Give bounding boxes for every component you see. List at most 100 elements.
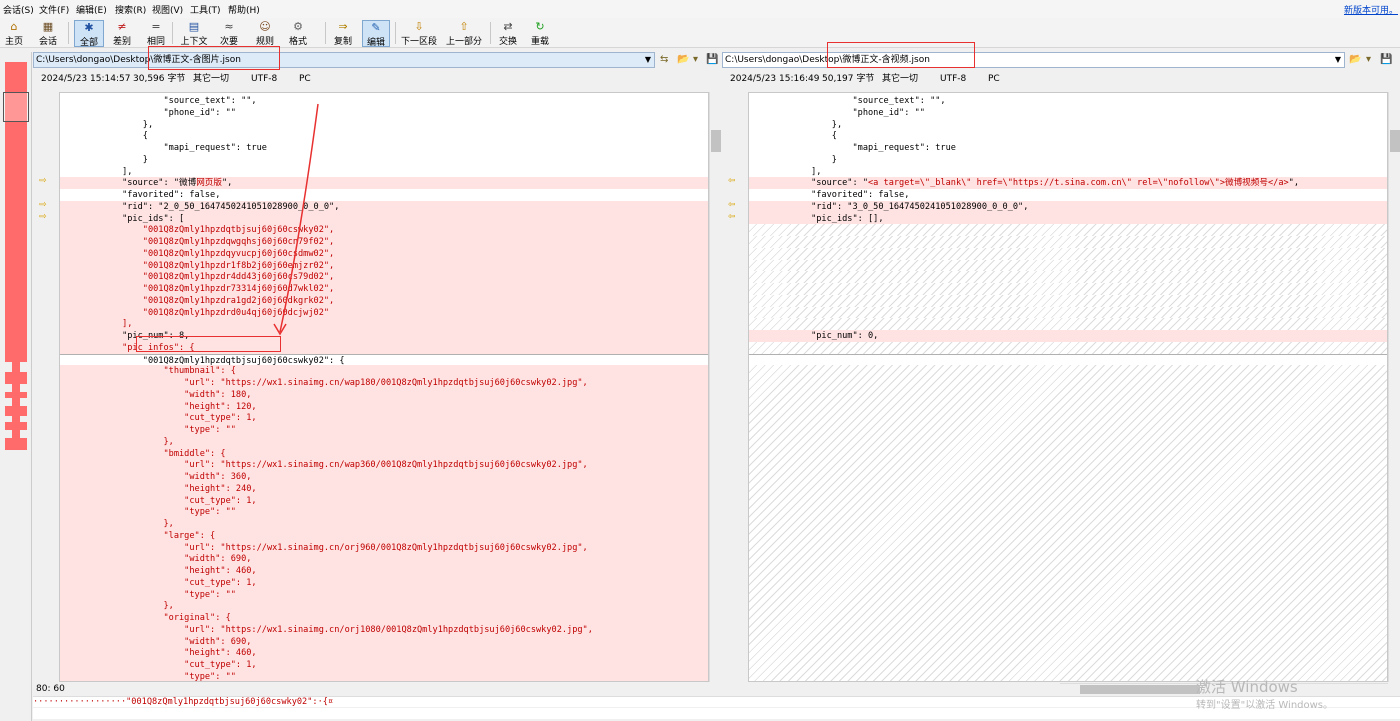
- code-line[interactable]: },: [60, 600, 708, 613]
- code-line[interactable]: "thumbnail": {: [60, 365, 708, 378]
- chevron-down-icon[interactable]: ▼: [645, 53, 651, 67]
- code-line[interactable]: "pic_num": 8,: [60, 330, 708, 342]
- code-line[interactable]: "cut_type": 1,: [60, 659, 708, 671]
- toolbar-button-home[interactable]: ⌂ 主页: [3, 20, 25, 47]
- code-line[interactable]: "mapi_request": true: [749, 142, 1387, 154]
- code-line[interactable]: "width": 180,: [60, 388, 708, 401]
- menu-item[interactable]: 帮助(H): [228, 3, 260, 16]
- code-line[interactable]: },: [60, 119, 708, 131]
- code-line[interactable]: "001Q8zQmly1hpzdqyvucpj60j60csdmw02",: [60, 247, 708, 260]
- toolbar-button-diff[interactable]: ≠ 差别: [108, 20, 136, 47]
- code-line[interactable]: "bmiddle": {: [60, 447, 708, 460]
- right-save-icon[interactable]: 💾: [1380, 54, 1392, 65]
- right-path-field[interactable]: C:\Users\dongao\Desktop\微博正文-含视频.json ▼: [722, 52, 1345, 68]
- toolbar-button-format[interactable]: ⚙ 格式: [285, 20, 311, 47]
- code-line[interactable]: "phone_id": "": [749, 107, 1387, 119]
- code-line[interactable]: "url": "https://wx1.sinaimg.cn/wap360/00…: [60, 459, 708, 472]
- code-line[interactable]: },: [749, 119, 1387, 131]
- toolbar-button-all[interactable]: ✱ 全部: [74, 20, 104, 48]
- right-horizontal-scroll-thumb[interactable]: [1080, 685, 1200, 694]
- left-vertical-scrollbar[interactable]: [709, 92, 721, 682]
- diff-marker-arrow-icon[interactable]: ⇨: [39, 200, 47, 210]
- left-code-pane[interactable]: "source_text": "", "phone_id": "" }, { "…: [59, 92, 709, 682]
- code-line[interactable]: }: [60, 154, 708, 166]
- code-line[interactable]: "source_text": "",: [749, 95, 1387, 107]
- toolbar-button-context[interactable]: ▤ 上下文: [178, 20, 210, 47]
- right-code-pane[interactable]: "source_text": "", "phone_id": "" }, { "…: [748, 92, 1388, 682]
- right-vertical-scrollbar[interactable]: [1388, 92, 1400, 682]
- menu-item[interactable]: 搜索(R): [115, 3, 146, 16]
- right-lineend[interactable]: PC: [988, 72, 1000, 86]
- toolbar-button-edit[interactable]: ✎ 编辑: [362, 20, 390, 48]
- right-other[interactable]: 其它一切: [882, 72, 918, 86]
- code-line[interactable]: },: [60, 518, 708, 530]
- toolbar-button-rules[interactable]: ☺ 规则: [252, 20, 278, 47]
- code-line[interactable]: "pic_num": 0,: [749, 330, 1387, 342]
- code-line[interactable]: {: [60, 130, 708, 142]
- diff-marker-arrow-icon[interactable]: ⇦: [728, 176, 736, 186]
- code-line[interactable]: "type": "": [60, 588, 708, 601]
- code-line[interactable]: [749, 353, 1387, 366]
- code-line[interactable]: {: [749, 130, 1387, 142]
- chevron-down-icon[interactable]: ▼: [1335, 53, 1341, 67]
- right-dropdown-icon[interactable]: ▾: [1366, 54, 1371, 65]
- toolbar-button-swap[interactable]: ⇄ 交换: [496, 20, 520, 47]
- left-dropdown-icon[interactable]: ▾: [693, 54, 698, 65]
- code-line[interactable]: ],: [60, 166, 708, 178]
- code-line[interactable]: "mapi_request": true: [60, 142, 708, 154]
- diff-marker-arrow-icon[interactable]: ⇨: [39, 176, 47, 186]
- right-encoding[interactable]: UTF-8: [940, 72, 966, 86]
- code-line[interactable]: "height": 460,: [60, 647, 708, 660]
- code-line[interactable]: "favorited": false,: [749, 189, 1387, 201]
- diff-marker-arrow-icon[interactable]: ⇦: [728, 212, 736, 222]
- overview-viewport-indicator[interactable]: [3, 92, 29, 122]
- code-line[interactable]: "width": 360,: [60, 471, 708, 483]
- code-line[interactable]: "source": "微博网页版",: [60, 177, 708, 190]
- left-save-icon[interactable]: 💾: [706, 54, 718, 65]
- toolbar-button-session[interactable]: ▦ 会话: [34, 20, 62, 47]
- diff-overview-strip[interactable]: [0, 52, 32, 721]
- left-path-field[interactable]: C:\Users\dongao\Desktop\微博正文-含图片.json ▼: [33, 52, 655, 68]
- menu-item[interactable]: 文件(F): [39, 3, 69, 16]
- code-line[interactable]: "rid": "2_0_50_1647450241051028900_0_0_0…: [60, 200, 708, 213]
- menu-item[interactable]: 视图(V): [152, 3, 183, 16]
- code-line[interactable]: "height": 120,: [60, 400, 708, 413]
- code-line[interactable]: "001Q8zQmly1hpzdr1f8b2j60j60emjzr02",: [60, 259, 708, 272]
- menu-item[interactable]: 会话(S): [3, 3, 34, 16]
- code-line[interactable]: "001Q8zQmly1hpzdqtbjsuj60j60cswky02": {: [60, 353, 708, 366]
- right-vertical-scroll-thumb[interactable]: [1390, 130, 1400, 152]
- toolbar-button-minor[interactable]: ≈ 次要: [216, 20, 242, 47]
- code-line[interactable]: "type": "": [60, 424, 708, 436]
- code-line[interactable]: "source": "<a target=\"_blank\" href=\"h…: [749, 177, 1387, 190]
- toolbar-button-next-section[interactable]: ⇩ 下一区段: [400, 20, 438, 47]
- code-line[interactable]: "001Q8zQmly1hpzdr73314j60j60d7wkl02",: [60, 283, 708, 295]
- toolbar-button-reload[interactable]: ↻ 重载: [528, 20, 552, 47]
- code-line[interactable]: "pic_ids": [: [60, 212, 708, 225]
- code-line[interactable]: ],: [60, 318, 708, 331]
- diff-marker-arrow-icon[interactable]: ⇨: [39, 212, 47, 222]
- code-line[interactable]: "large": {: [60, 529, 708, 542]
- code-line[interactable]: "cut_type": 1,: [60, 576, 708, 589]
- code-line[interactable]: "url": "https://wx1.sinaimg.cn/orj1080/0…: [60, 623, 708, 636]
- code-line[interactable]: "cut_type": 1,: [60, 412, 708, 425]
- left-history-icon[interactable]: ⇆: [660, 54, 668, 65]
- code-line[interactable]: "favorited": false,: [60, 189, 708, 201]
- code-line[interactable]: "url": "https://wx1.sinaimg.cn/orj960/00…: [60, 541, 708, 554]
- code-line[interactable]: "001Q8zQmly1hpzdr4dd43j60j60cs79d02",: [60, 271, 708, 284]
- code-line[interactable]: "rid": "3_0_50_1647450241051028900_0_0_0…: [749, 200, 1387, 213]
- code-line[interactable]: "001Q8zQmly1hpzdrd0u4qj60j60dcjwj02": [60, 306, 708, 319]
- left-encoding[interactable]: UTF-8: [251, 72, 277, 86]
- code-line[interactable]: "phone_id": "": [60, 107, 708, 119]
- code-line[interactable]: }: [749, 154, 1387, 166]
- menu-item[interactable]: 工具(T): [190, 3, 221, 16]
- new-version-link[interactable]: 新版本可用。: [1344, 3, 1398, 16]
- code-line[interactable]: "height": 460,: [60, 565, 708, 577]
- code-line[interactable]: "original": {: [60, 612, 708, 624]
- code-line[interactable]: "url": "https://wx1.sinaimg.cn/wap180/00…: [60, 377, 708, 389]
- left-vertical-scroll-thumb[interactable]: [711, 130, 721, 152]
- code-line[interactable]: "001Q8zQmly1hpzdqwgqhsj60j60cn79f02",: [60, 236, 708, 248]
- diff-marker-arrow-icon[interactable]: ⇦: [728, 200, 736, 210]
- code-line[interactable]: "pic_infos": {: [60, 341, 708, 354]
- left-other[interactable]: 其它一切: [193, 72, 229, 86]
- code-line[interactable]: "width": 690,: [60, 635, 708, 648]
